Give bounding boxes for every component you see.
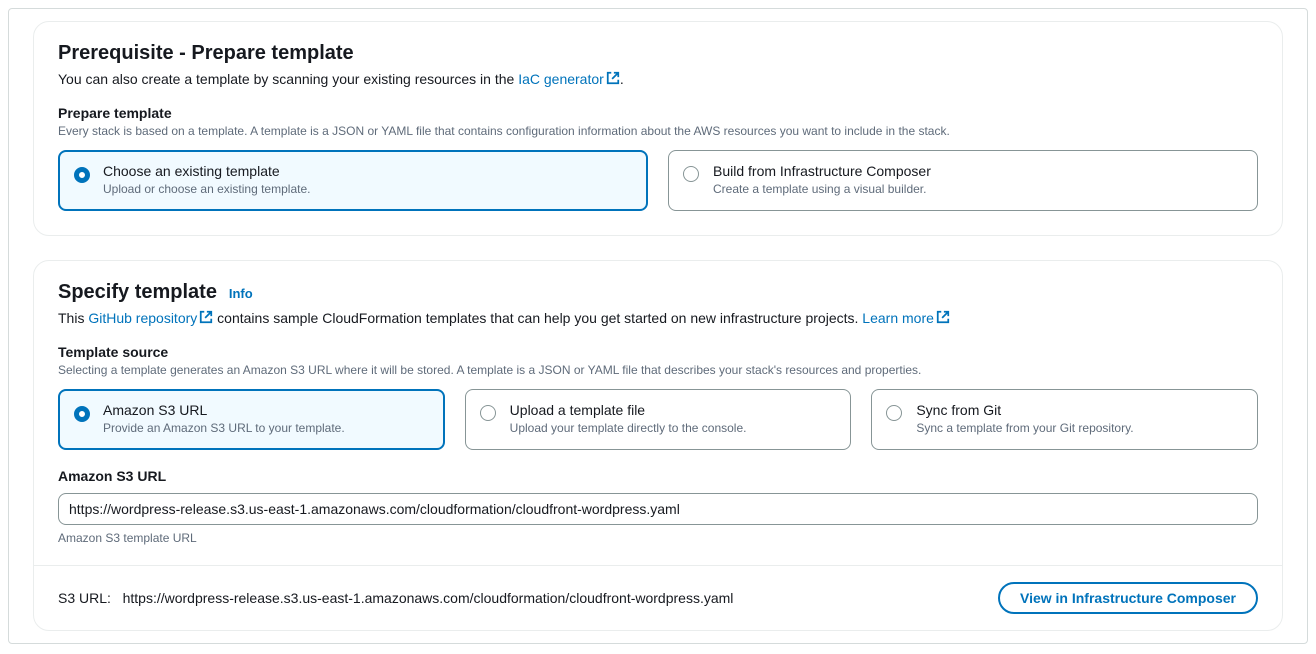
option-choose-existing-template[interactable]: Choose an existing template Upload or ch… [58,150,648,211]
learn-more-link[interactable]: Learn more [862,310,950,326]
specify-template-subtitle: This GitHub repository contains sample C… [58,310,1258,326]
option-amazon-s3-url[interactable]: Amazon S3 URL Provide an Amazon S3 URL t… [58,389,445,450]
radio-icon [886,405,902,421]
option-upload-template-file[interactable]: Upload a template file Upload your templ… [465,389,852,450]
s3-url-display: S3 URL: https://wordpress-release.s3.us-… [58,590,733,606]
view-in-composer-button[interactable]: View in Infrastructure Composer [998,582,1258,614]
iac-generator-link[interactable]: IaC generator [518,71,620,87]
prerequisite-subtitle: You can also create a template by scanni… [58,71,1258,87]
prepare-template-options: Choose an existing template Upload or ch… [58,150,1258,211]
option-title: Upload a template file [510,402,835,418]
prepare-template-heading: Prepare template [58,105,1258,121]
option-sync-from-git[interactable]: Sync from Git Sync a template from your … [871,389,1258,450]
subtitle-text-suffix: . [620,71,624,87]
s3-url-input[interactable] [58,493,1258,525]
option-build-from-composer[interactable]: Build from Infrastructure Composer Creat… [668,150,1258,211]
radio-icon [683,166,699,182]
radio-icon [74,406,90,422]
s3-url-input-helper: Amazon S3 template URL [58,531,1258,545]
info-link[interactable]: Info [229,286,253,301]
option-title: Build from Infrastructure Composer [713,163,1241,179]
page-container: Prerequisite - Prepare template You can … [8,8,1308,644]
subtitle-text-prefix: You can also create a template by scanni… [58,71,518,87]
option-title: Choose an existing template [103,163,631,179]
external-link-icon [199,310,213,324]
radio-icon [74,167,90,183]
prepare-template-description: Every stack is based on a template. A te… [58,124,1258,138]
external-link-icon [606,71,620,85]
specify-template-panel: Specify template Info This GitHub reposi… [33,260,1283,631]
s3-url-input-label: Amazon S3 URL [58,468,1258,484]
s3-url-footer-label: S3 URL: [58,590,111,606]
template-source-options: Amazon S3 URL Provide an Amazon S3 URL t… [58,389,1258,450]
option-title: Sync from Git [916,402,1241,418]
option-desc: Provide an Amazon S3 URL to your templat… [103,421,428,435]
specify-template-title: Specify template [58,281,217,304]
prerequisite-title: Prerequisite - Prepare template [58,42,354,65]
option-desc: Create a template using a visual builder… [713,182,1241,196]
option-desc: Sync a template from your Git repository… [916,421,1241,435]
github-repository-link[interactable]: GitHub repository [88,310,213,326]
s3-url-footer-value: https://wordpress-release.s3.us-east-1.a… [123,590,734,606]
option-desc: Upload or choose an existing template. [103,182,631,196]
option-desc: Upload your template directly to the con… [510,421,835,435]
radio-icon [480,405,496,421]
prerequisite-panel: Prerequisite - Prepare template You can … [33,21,1283,236]
option-title: Amazon S3 URL [103,402,428,418]
template-source-heading: Template source [58,344,1258,360]
specify-panel-footer: S3 URL: https://wordpress-release.s3.us-… [34,565,1282,630]
subtitle-text-mid: contains sample CloudFormation templates… [213,310,862,326]
external-link-icon [936,310,950,324]
template-source-description: Selecting a template generates an Amazon… [58,363,1258,377]
subtitle-text-prefix: This [58,310,88,326]
